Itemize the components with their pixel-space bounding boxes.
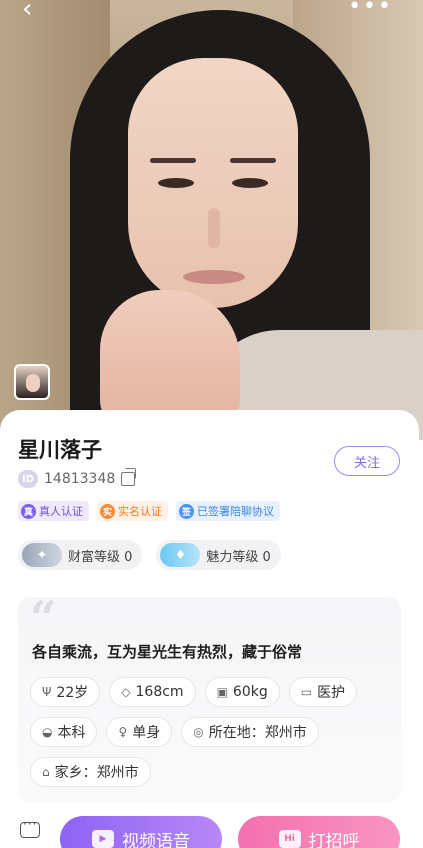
attribute-chips: Ψ 22岁 ◇ 168cm ▣ 60kg ▭ 医护 ◒ 本科 ♀ 单身 ◎ 所在地：郑州市 ⌂… <box>30 677 400 787</box>
hi-icon: Hi <box>278 830 301 848</box>
follow-button[interactable]: 关注 <box>334 446 400 476</box>
weight-chip: ▣ 60kg <box>204 677 280 707</box>
photo-hand <box>100 290 240 430</box>
education-chip: ◒ 本科 <box>30 717 98 747</box>
wealth-medal-icon: ✦ <box>22 543 62 567</box>
relationship-chip: ♀ 单身 <box>106 717 173 747</box>
id-row: ID 14813348 <box>18 468 137 488</box>
quote-icon: “ <box>30 591 57 645</box>
photo-nose <box>208 208 220 248</box>
more-icon[interactable]: ••• <box>348 0 393 18</box>
age-chip: Ψ 22岁 <box>30 677 101 707</box>
photo-brow <box>150 158 196 163</box>
bio-text: 各自乘流，互为星光生有热烈，藏于俗常 <box>32 643 303 661</box>
id-value: 14813348 <box>44 471 116 487</box>
real-name-badge: 实 实名认证 <box>97 501 168 521</box>
chip-label: 60kg <box>232 684 268 700</box>
profile-name: 星川落子 <box>18 438 102 462</box>
home-icon: ⌂ <box>42 765 50 779</box>
video-voice-button[interactable]: ▶ 视频语音 <box>60 816 222 848</box>
profile-photo[interactable] <box>0 0 423 440</box>
chip-label: 单身 <box>132 725 161 741</box>
age-icon: Ψ <box>42 685 52 699</box>
photo-eye <box>158 178 194 188</box>
photo-lips <box>183 270 245 284</box>
scale-icon: ▣ <box>216 685 228 699</box>
badge-label: 已签署陪聊协议 <box>197 505 274 518</box>
chip-label: 168cm <box>135 684 184 700</box>
video-voice-label: 视频语音 <box>122 831 190 848</box>
hometown-chip: ⌂ 家乡：郑州市 <box>30 757 151 787</box>
id-badge-icon: ID <box>18 470 38 488</box>
wealth-level-label: 财富等级 0 <box>68 549 133 565</box>
levels-row: ✦ 财富等级 0 ♦ 魅力等级 0 <box>18 540 281 570</box>
action-bar: ▶ 视频语音 Hi 打招呼 <box>0 812 423 848</box>
person-icon: ♀ <box>118 725 128 739</box>
charm-level-label: 魅力等级 0 <box>206 549 271 565</box>
location-chip: ◎ 所在地：郑州市 <box>181 717 319 747</box>
badge-label: 真人认证 <box>39 505 83 518</box>
profile-card: 星川落子 ID 14813348 关注 真 真人认证 实 实名认证 签 已签署陪… <box>0 410 419 848</box>
badge-label: 实名认证 <box>118 505 162 518</box>
chip-label: 22岁 <box>56 685 89 701</box>
photo-brow <box>230 158 276 163</box>
chat-bubble-icon[interactable] <box>20 817 40 838</box>
wealth-level[interactable]: ✦ 财富等级 0 <box>18 540 143 570</box>
charm-level[interactable]: ♦ 魅力等级 0 <box>156 540 281 570</box>
photo-face <box>128 58 298 308</box>
thumbnail-face <box>26 374 40 392</box>
chip-label: 所在地：郑州市 <box>208 725 307 741</box>
real-person-badge: 真 真人认证 <box>18 501 89 521</box>
chip-label: 医护 <box>317 685 346 701</box>
id-verified-icon: 实 <box>100 503 115 519</box>
verification-tags: 真 真人认证 实 实名认证 签 已签署陪聊协议 <box>18 501 280 521</box>
ruler-icon: ◇ <box>121 685 131 699</box>
bio-section: “ 各自乘流，互为星光生有热烈，藏于俗常 Ψ 22岁 ◇ 168cm ▣ 60kg ▭… <box>18 591 401 802</box>
copy-icon[interactable] <box>121 468 137 486</box>
chip-label: 本科 <box>57 725 86 741</box>
graduation-cap-icon: ◒ <box>42 725 53 739</box>
back-icon[interactable]: ‹ <box>22 0 42 22</box>
video-call-icon: ▶ <box>92 830 114 848</box>
photo-thumbnail[interactable] <box>14 364 50 400</box>
photo-eye <box>232 178 268 188</box>
verified-icon: 真 <box>21 503 36 519</box>
location-pin-icon: ◎ <box>193 725 204 739</box>
occupation-chip: ▭ 医护 <box>288 677 358 707</box>
briefcase-icon: ▭ <box>300 685 313 699</box>
height-chip: ◇ 168cm <box>109 677 196 707</box>
greet-label: 打招呼 <box>308 831 360 848</box>
agreement-badge: 签 已签署陪聊协议 <box>176 501 280 521</box>
chip-label: 家乡：郑州市 <box>54 765 139 781</box>
diamond-heart-icon: ♦ <box>160 543 201 567</box>
agreement-icon: 签 <box>179 503 194 519</box>
greet-button[interactable]: Hi 打招呼 <box>238 816 400 848</box>
